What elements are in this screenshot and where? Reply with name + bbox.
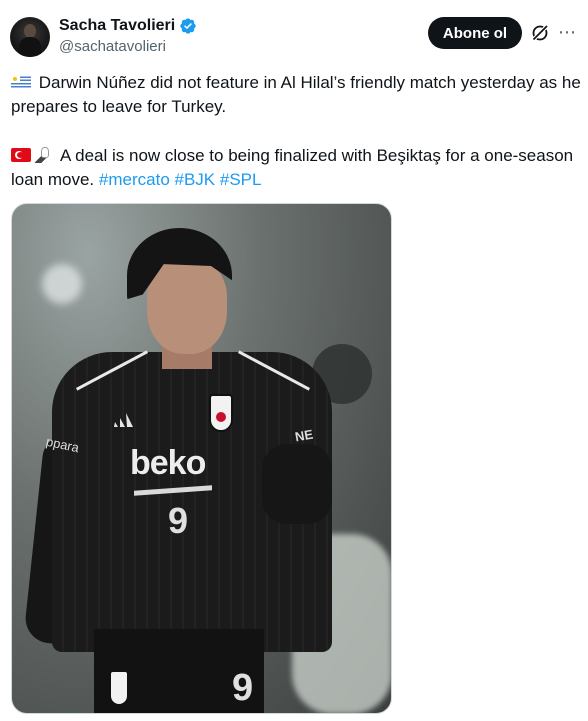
sponsor-right: NE	[293, 426, 315, 445]
hashtag-bjk[interactable]: #BJK	[175, 170, 216, 189]
tweet-header: Sacha Tavolieri @sachatavolieri Abone ol…	[0, 0, 588, 70]
hashtag-mercato[interactable]: #mercato	[99, 170, 170, 189]
hashtag-spl[interactable]: #SPL	[220, 170, 262, 189]
avatar[interactable]	[10, 17, 50, 57]
grok-icon[interactable]	[530, 23, 550, 43]
player-right-arm	[262, 444, 332, 524]
avatar-body	[19, 37, 41, 57]
author-handle[interactable]: @sachatavolieri	[59, 38, 166, 56]
more-icon[interactable]: ⋯	[557, 22, 577, 42]
player-face	[147, 259, 227, 354]
tweet-text-1: Darwin Núñez did not feature in Al Hilal…	[11, 73, 581, 116]
shorts-number: 9	[232, 667, 254, 709]
tweet-paragraph-1: Darwin Núñez did not feature in Al Hilal…	[11, 71, 581, 119]
shorts-crest-icon	[109, 670, 129, 706]
avatar-head	[24, 24, 36, 38]
besiktas-crest-icon	[209, 394, 233, 432]
stadium-light	[42, 264, 82, 304]
turkey-flag-icon	[11, 148, 31, 162]
adidas-logo-icon	[114, 413, 133, 427]
shirt-number: 9	[168, 500, 189, 541]
eagle-icon	[34, 147, 54, 163]
uruguay-flag-icon	[11, 75, 31, 89]
tweet-text-2: A deal is now close to being finalized w…	[11, 146, 574, 189]
shirt-sponsor: beko	[130, 444, 206, 482]
author-name[interactable]: Sacha Tavolieri	[59, 16, 197, 36]
tweet-photo[interactable]: ppara NE beko 9 9	[11, 203, 392, 714]
verified-badge-icon	[180, 18, 196, 34]
follow-button[interactable]: Abone ol	[428, 17, 522, 49]
author-name-text[interactable]: Sacha Tavolieri	[59, 16, 175, 36]
tweet-paragraph-2: A deal is now close to being finalized w…	[11, 144, 581, 192]
